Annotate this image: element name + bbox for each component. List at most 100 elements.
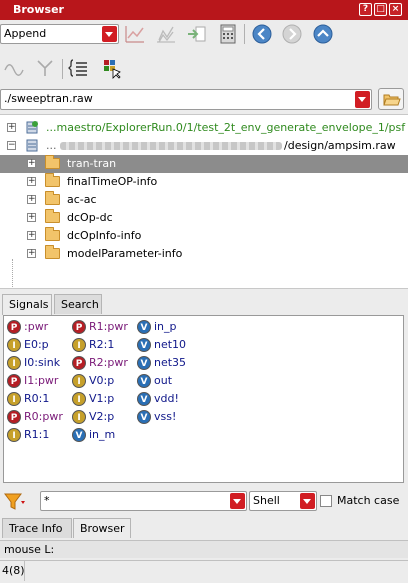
tree-item-label: finalTimeOP-info	[67, 175, 158, 188]
power-badge-icon: P	[7, 320, 21, 334]
folder-open-icon	[383, 94, 401, 106]
current-badge-icon: I	[7, 338, 21, 352]
redacted-path	[60, 142, 282, 150]
export-icon[interactable]	[186, 23, 208, 45]
mouse-label: mouse L:	[4, 543, 55, 556]
folder-icon	[45, 209, 60, 223]
tree-item-label: tran-tran	[67, 157, 117, 170]
tree-item-ampsim[interactable]: − ... /design/ampsim.raw	[0, 137, 408, 155]
folder-icon	[45, 173, 60, 187]
tree-item-label: modelParameter-info	[67, 247, 183, 260]
collapse-icon[interactable]: −	[7, 141, 16, 150]
back-arrow-icon[interactable]	[251, 23, 273, 45]
tree-item-label: dcOpInfo-info	[67, 229, 142, 242]
current-badge-icon: I	[7, 356, 21, 370]
tree-item-label: /design/ampsim.raw	[284, 139, 396, 152]
status-divider	[24, 561, 25, 581]
signal-name: R0:1	[24, 392, 50, 405]
secondary-toolbar	[0, 55, 408, 83]
chevron-down-icon[interactable]	[300, 493, 315, 509]
mode-select-value: Append	[4, 27, 47, 40]
filter-syntax-select[interactable]: Shell	[249, 491, 317, 511]
signal-name: V2:p	[89, 410, 115, 423]
expand-icon[interactable]: +	[27, 249, 36, 258]
signal-name: I0:sink	[24, 356, 61, 369]
power-badge-icon: P	[72, 320, 86, 334]
expand-icon[interactable]: +	[27, 231, 36, 240]
tree-item-dcopinfo[interactable]: + dcOpInfo-info	[0, 227, 408, 245]
results-tree: + ...maestro/ExplorerRun.0/1/test_2t_env…	[0, 114, 408, 289]
plot-family-icon[interactable]	[155, 23, 177, 45]
signal-name: net35	[154, 356, 187, 369]
current-badge-icon: I	[7, 392, 21, 406]
toolbar-divider	[244, 24, 245, 44]
tree-item-modelparameter[interactable]: + modelParameter-info	[0, 245, 408, 263]
tree-item-label: ...maestro/ExplorerRun.0/1/test_2t_env_g…	[46, 121, 406, 134]
plot-icon[interactable]	[124, 23, 146, 45]
tree-item-tran-tran[interactable]: + tran-tran	[0, 155, 408, 173]
match-case-checkbox[interactable]	[320, 495, 332, 507]
close-button[interactable]: ×	[389, 3, 402, 16]
expand-icon[interactable]: +	[27, 195, 36, 204]
maximize-button[interactable]: □	[374, 3, 387, 16]
expand-icon[interactable]: +	[27, 159, 36, 168]
power-badge-icon: P	[7, 374, 21, 388]
signal-name: I1:pwr	[24, 374, 59, 387]
main-toolbar: Append	[0, 20, 408, 48]
signal-name: :pwr	[24, 320, 49, 333]
signal-name: R2:pwr	[89, 356, 128, 369]
list-brackets-icon[interactable]	[68, 57, 90, 79]
bottom-tabs: Trace Info Browser	[0, 518, 408, 538]
path-value: ./sweeptran.raw	[4, 92, 93, 105]
open-file-button[interactable]	[378, 88, 404, 110]
current-badge-icon: I	[72, 374, 86, 388]
window-titlebar: Browser ? □ ×	[0, 0, 408, 20]
toolbar-divider	[62, 59, 63, 79]
expand-icon[interactable]: +	[27, 213, 36, 222]
forward-arrow-icon[interactable]	[281, 23, 303, 45]
axis-icon[interactable]	[34, 57, 56, 79]
filter-pattern-input[interactable]: *	[40, 491, 247, 511]
waveform-icon[interactable]	[3, 57, 25, 79]
chevron-down-icon[interactable]	[102, 26, 117, 42]
database-icon	[26, 121, 38, 134]
tree-item-ac[interactable]: + ac-ac	[0, 191, 408, 209]
power-badge-icon: P	[72, 356, 86, 370]
tree-guide-line	[12, 259, 13, 288]
tree-item-prefix: ...	[46, 139, 57, 152]
tree-item-label: ac-ac	[67, 193, 97, 206]
calculator-icon[interactable]	[217, 23, 239, 45]
database-icon	[26, 139, 38, 152]
signal-name: R1:1	[24, 428, 50, 441]
tab-browser[interactable]: Browser	[73, 518, 131, 538]
up-arrow-icon[interactable]	[312, 23, 334, 45]
grid-select-icon[interactable]	[101, 57, 123, 79]
tab-signals[interactable]: Signals	[2, 294, 52, 315]
folder-icon	[45, 155, 60, 169]
expand-icon[interactable]: +	[7, 123, 16, 132]
match-case-label: Match case	[337, 494, 400, 507]
signal-name: V1:p	[89, 392, 115, 405]
signal-name: in_p	[154, 320, 177, 333]
folder-icon	[45, 191, 60, 205]
chevron-down-icon[interactable]	[230, 493, 245, 509]
signal-name: E0:p	[24, 338, 49, 351]
path-input[interactable]: ./sweeptran.raw	[0, 89, 372, 110]
signal-name: R1:pwr	[89, 320, 128, 333]
path-bar: ./sweeptran.raw	[0, 88, 408, 112]
tree-item-dcop[interactable]: + dcOp-dc	[0, 209, 408, 227]
voltage-badge-icon: V	[137, 320, 151, 334]
folder-icon	[45, 227, 60, 241]
mode-select[interactable]: Append	[0, 24, 119, 44]
signal-name: R2:1	[89, 338, 115, 351]
tab-trace-info[interactable]: Trace Info	[2, 518, 72, 538]
help-button[interactable]: ?	[359, 3, 372, 16]
tree-item-psf-run[interactable]: + ...maestro/ExplorerRun.0/1/test_2t_env…	[0, 119, 408, 137]
signal-name: R0:pwr	[24, 410, 63, 423]
expand-icon[interactable]: +	[27, 177, 36, 186]
status-bar: 4(8)	[0, 560, 408, 581]
filter-icon[interactable]	[4, 492, 26, 512]
chevron-down-icon[interactable]	[355, 91, 370, 108]
tree-item-finaltimeop[interactable]: + finalTimeOP-info	[0, 173, 408, 191]
tab-search[interactable]: Search	[54, 294, 102, 314]
